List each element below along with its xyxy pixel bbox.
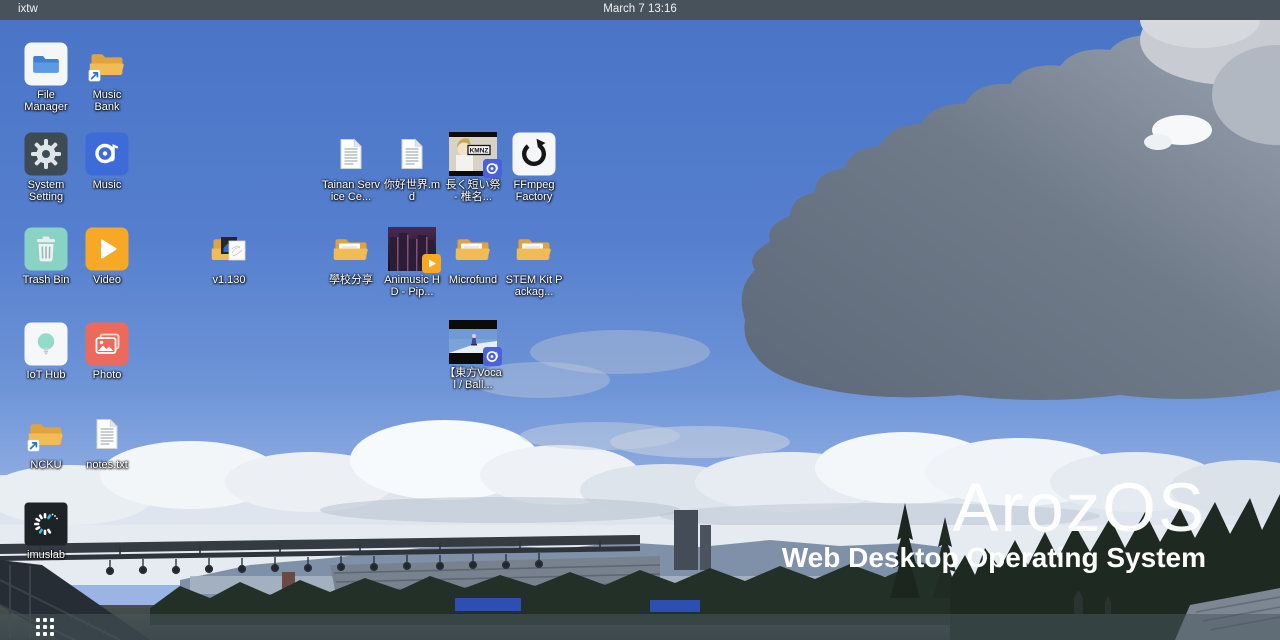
icon-label: v1.130 (212, 275, 245, 287)
hello-world-md-icon (390, 132, 434, 176)
svg-text:KMNZ: KMNZ (470, 147, 489, 154)
icon-label: FileManager (24, 90, 67, 113)
touhou-vocal-icon (449, 320, 497, 364)
desktop-icon-nagaku-mijikai-matsuri[interactable]: KMNZ 長く短い祭- 椎名... (440, 132, 506, 203)
notes-txt-icon (85, 412, 129, 456)
desktop-icon-hello-world-md[interactable]: 你好世界.md (379, 132, 445, 203)
stem-kit-package-icon (512, 227, 556, 271)
music-icon (85, 132, 129, 176)
icon-label: 【東方Vocal / Ball... (444, 368, 501, 391)
icon-label: NCKU (30, 460, 61, 472)
system-setting-icon (24, 132, 68, 176)
icon-label: Microfund (449, 275, 497, 287)
icon-label: 你好世界.md (384, 180, 440, 203)
ffmpeg-factory-icon (512, 132, 556, 176)
tainan-service-center-icon (329, 132, 373, 176)
icon-label: notes.txt (86, 460, 128, 472)
icon-label: STEM Kit Packag... (506, 275, 563, 298)
desktop-icon-notes-txt[interactable]: notes.txt (74, 412, 140, 472)
desktop-icon-ffmpeg-factory[interactable]: FFmpegFactory (501, 132, 567, 203)
desktop-icon-animusic-hd[interactable]: Animusic HD - Pip... (379, 227, 445, 298)
icon-label: Tainan Service Ce... (322, 180, 380, 203)
desktop-icon-school-share[interactable]: 學校分享 (318, 227, 384, 287)
desktop-icon-music-bank[interactable]: MusicBank (74, 42, 140, 113)
play-badge-icon (422, 254, 441, 273)
desktop-icon-trash-bin[interactable]: Trash Bin (13, 227, 79, 287)
media-badge-icon (483, 159, 502, 178)
clock-label: March 7 13:16 (0, 3, 1280, 15)
os-title: ArozOS (782, 474, 1206, 542)
iot-hub-icon (24, 322, 68, 366)
media-badge-icon (483, 347, 502, 366)
animusic-hd-icon (388, 227, 436, 271)
desktop-icon-system-setting[interactable]: SystemSetting (13, 132, 79, 203)
app-launcher-button[interactable] (36, 618, 56, 638)
desktop-icon-photo[interactable]: Photo (74, 322, 140, 382)
icon-label: SystemSetting (28, 180, 65, 203)
icon-label: 學校分享 (329, 275, 373, 287)
icon-label: Video (93, 275, 121, 287)
desktop-icon-v1-130[interactable]: v1.130 (196, 227, 262, 287)
desktop-icon-stem-kit-package[interactable]: STEM Kit Packag... (501, 227, 567, 298)
os-subtitle: Web Desktop Operating System (782, 543, 1206, 572)
desktop-icon-music[interactable]: Music (74, 132, 140, 192)
desktop-icon-microfund[interactable]: Microfund (440, 227, 506, 287)
ncku-icon (24, 412, 68, 456)
icon-label: imuslab (27, 550, 65, 562)
desktop-icon-iot-hub[interactable]: IoT Hub (13, 322, 79, 382)
icon-label: Photo (93, 370, 122, 382)
desktop-icon-touhou-vocal[interactable]: 【東方Vocal / Ball... (440, 320, 506, 391)
desktop-icon-imuslab[interactable]: imuslab (13, 502, 79, 562)
icon-label: MusicBank (93, 90, 122, 113)
video-icon (85, 227, 129, 271)
icon-label: 長く短い祭- 椎名... (446, 180, 501, 203)
trash-bin-icon (24, 227, 68, 271)
nagaku-mijikai-matsuri-icon: KMNZ (449, 132, 497, 176)
arozos-desktop: ixtw March 7 13:16 ArozOS Web Desktop Op… (0, 0, 1280, 640)
v1-130-icon (207, 227, 251, 271)
icon-label: Music (93, 180, 122, 192)
school-share-icon (329, 227, 373, 271)
branding: ArozOS Web Desktop Operating System (782, 474, 1206, 572)
top-bar: ixtw March 7 13:16 (0, 0, 1280, 20)
icon-label: IoT Hub (27, 370, 66, 382)
photo-icon (85, 322, 129, 366)
taskbar (0, 614, 1280, 640)
icon-label: Trash Bin (23, 275, 70, 287)
icon-label: Animusic HD - Pip... (384, 275, 440, 298)
icon-label: FFmpegFactory (514, 180, 555, 203)
desktop-icon-file-manager[interactable]: FileManager (13, 42, 79, 113)
music-bank-icon (85, 42, 129, 86)
desktop-icon-ncku[interactable]: NCKU (13, 412, 79, 472)
imuslab-icon (24, 502, 68, 546)
file-manager-icon (24, 42, 68, 86)
microfund-icon (451, 227, 495, 271)
desktop-icon-tainan-service-center[interactable]: Tainan Service Ce... (318, 132, 384, 203)
desktop-icon-video[interactable]: Video (74, 227, 140, 287)
